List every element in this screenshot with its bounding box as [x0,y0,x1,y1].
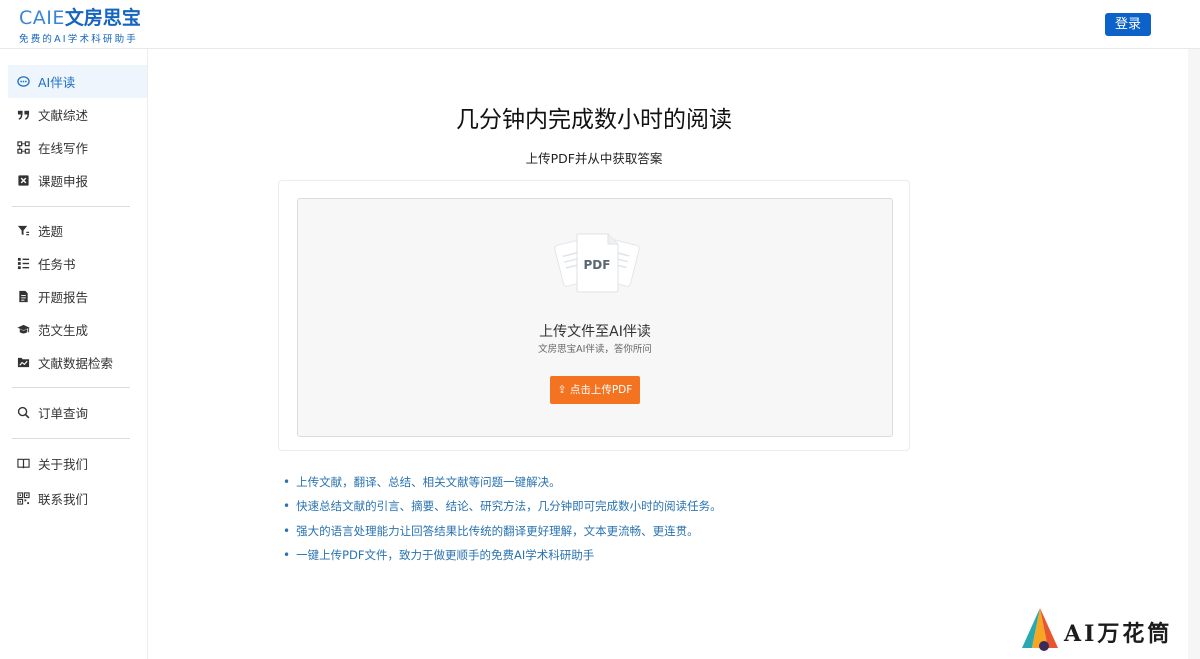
bullet: • [283,524,291,538]
sidebar-item-label: 课题申报 [38,174,89,189]
book-icon [17,457,30,470]
sidebar-item-proposal-report[interactable]: 开题报告 [8,280,147,313]
sidebar-item-label: 选题 [38,224,64,239]
sidebar-item-label: 文献综述 [38,108,89,123]
bullet: • [283,499,291,513]
filter-icon [17,224,30,237]
search-icon [17,406,30,419]
bullet: • [283,475,291,489]
graduation-cap-icon [17,323,30,336]
site-logo[interactable]: CAIE文房思宝 免费的AI学术科研助手 [19,7,141,45]
upload-pdf-button-label: 点击上传PDF [569,384,633,396]
page-title: 几分钟内完成数小时的阅读 [456,107,732,133]
upload-hint: 文房思宝AI伴读，答你所问 [538,344,652,355]
sidebar-item-about-us[interactable]: 关于我们 [8,447,147,480]
list-icon [17,257,30,270]
sidebar-item-order-query[interactable]: 订单查询 [8,396,147,429]
sidebar-item-sample-generation[interactable]: 范文生成 [8,313,147,346]
sidebar-item-assignment[interactable]: 任务书 [8,247,147,280]
chart-folder-icon [17,356,30,369]
upload-panel: PDF 上传文件至AI伴读 文房思宝AI伴读，答你所问 ⇪ 点击上传PDF [278,180,910,451]
page-subtitle: 上传PDF并从中获取答案 [525,151,663,166]
sidebar-divider [12,387,130,388]
login-button[interactable]: 登录 [1105,13,1151,36]
list-item: • 一键上传PDF文件，致力于做更顺手的免费AI学术科研助手 [283,548,595,562]
sidebar-item-contact-us[interactable]: 联系我们 [8,482,147,515]
sidebar-item-label: 关于我们 [38,457,89,472]
top-header: CAIE文房思宝 免费的AI学术科研助手 登录 [0,0,1200,49]
quote-icon [17,108,30,121]
nodes-icon [17,141,30,154]
sidebar-item-label: 在线写作 [38,141,89,156]
logo-tagline: 免费的AI学术科研助手 [19,34,139,45]
upload-icon: ⇪ [557,384,567,396]
logo-name: 文房思宝 [64,7,141,29]
document-icon [17,290,30,303]
upload-dropzone[interactable]: PDF 上传文件至AI伴读 文房思宝AI伴读，答你所问 ⇪ 点击上传PDF [297,198,893,437]
sidebar-item-label: AI伴读 [38,75,76,90]
list-item: • 上传文献，翻译、总结、相关文献等问题一键解决。 [283,475,561,489]
list-item: • 强大的语言处理能力让回答结果比传统的翻译更好理解，文本更流畅、更连贯。 [283,524,699,538]
bullet: • [283,548,291,562]
sidebar-item-label: 范文生成 [38,323,89,338]
sidebar-item-online-writing[interactable]: 在线写作 [8,131,147,164]
chat-bubble-icon [17,75,30,88]
list-item: • 快速总结文献的引言、摘要、结论、研究方法，几分钟即可完成数小时的阅读任务。 [283,499,722,513]
sidebar-item-topic-selection[interactable]: 选题 [8,214,147,247]
watermark: AI万花筒 [1020,606,1190,654]
pdf-label: PDF [583,258,611,272]
page-scrollbar[interactable] [1188,49,1200,659]
sidebar-item-label: 任务书 [38,257,76,272]
sidebar-item-label: 开题报告 [38,290,89,305]
cancel-box-icon [17,174,30,187]
sidebar: AI伴读 文献综述 在线写作 课题申报 选题 任务书 开题报告 范文生成 文献数… [0,49,148,659]
sidebar-item-ai-reading[interactable]: AI伴读 [8,65,147,98]
upload-title: 上传文件至AI伴读 [539,324,651,340]
kaleidoscope-logo-icon [1022,608,1058,651]
upload-pdf-button[interactable]: ⇪ 点击上传PDF [550,376,640,404]
sidebar-item-literature-review[interactable]: 文献综述 [8,98,147,131]
sidebar-item-label: 文献数据检索 [38,356,114,371]
sidebar-item-literature-search[interactable]: 文献数据检索 [8,346,147,379]
sidebar-item-label: 联系我们 [38,492,89,507]
sidebar-item-label: 订单查询 [38,406,89,421]
sidebar-divider [12,438,130,439]
sidebar-item-project-application[interactable]: 课题申报 [8,164,147,197]
watermark-text: AI万花筒 [1064,621,1173,647]
qr-code-icon [17,492,30,505]
logo-brand: CAIE [19,7,65,29]
sidebar-divider [12,206,130,207]
